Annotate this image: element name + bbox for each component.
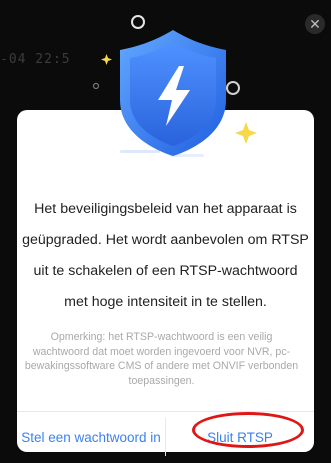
dialog-button-row: Stel een wachtwoord in Sluit RTSP (17, 411, 314, 463)
close-icon[interactable]: ✕ (305, 14, 325, 34)
message-line: uit te schakelen of een RTSP-wachtwoord (33, 263, 298, 279)
message-line: geüpgraded. Het wordt aanbevolen om RTSP (22, 232, 309, 248)
security-message: Het beveiligingsbeleid van het apparaat … (0, 194, 331, 318)
shield-lightning-icon (92, 15, 257, 157)
set-password-button[interactable]: Stel een wachtwoord in (17, 412, 165, 463)
rtsp-note: Opmerking: het RTSP-wachtwoord is een ve… (24, 331, 299, 387)
message-line: met hoge intensiteit in te stellen. (64, 294, 267, 310)
camera-timestamp: -04 22:5 (0, 52, 71, 67)
close-rtsp-button[interactable]: Sluit RTSP (166, 412, 314, 463)
message-line: Het beveiligingsbeleid van het apparaat … (34, 201, 297, 217)
